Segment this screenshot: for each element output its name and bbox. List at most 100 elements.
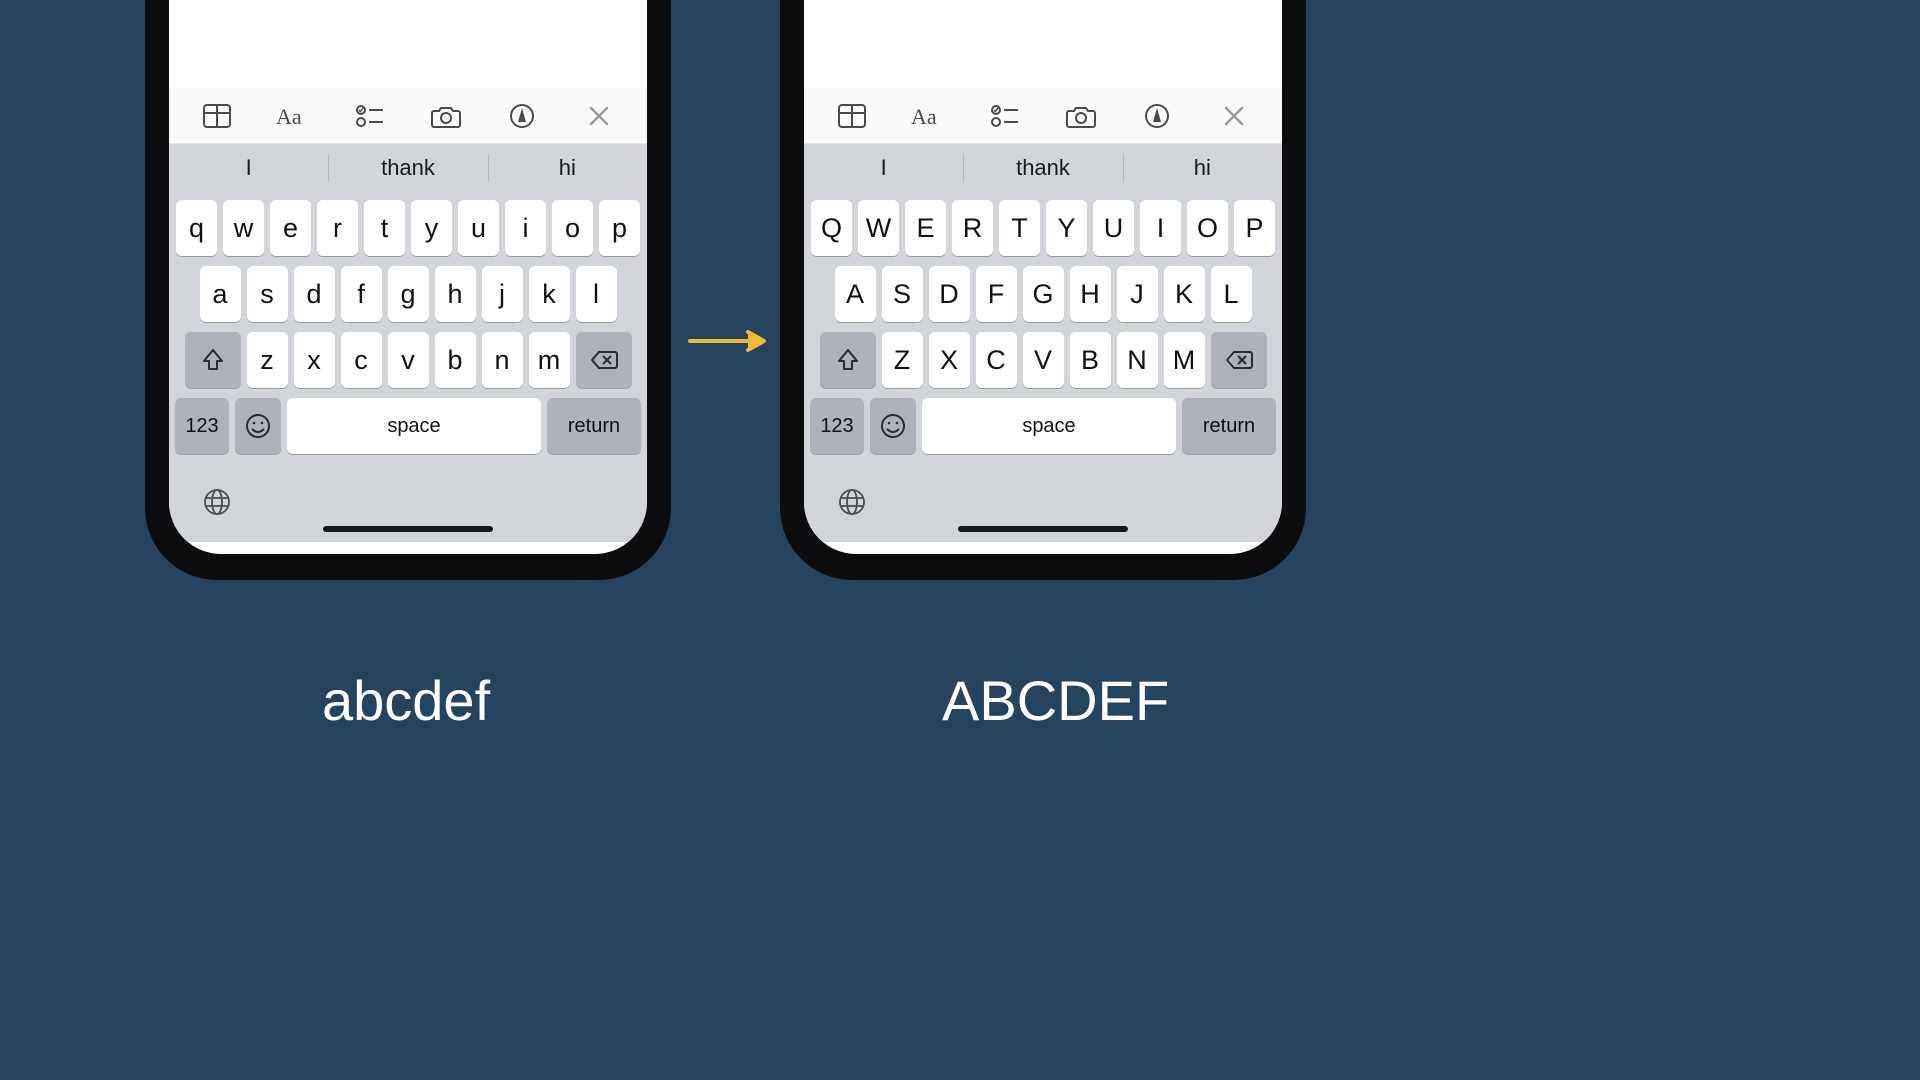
key-v[interactable]: v [388,332,429,388]
caption-left: abcdef [322,668,490,733]
emoji-key[interactable] [870,398,916,454]
text-format-icon[interactable]: Aa [904,96,952,136]
key-l[interactable]: L [1211,266,1252,322]
notes-toolbar: Aa [169,88,647,144]
close-icon[interactable] [575,96,623,136]
key-e[interactable]: e [270,200,311,256]
key-n[interactable]: n [482,332,523,388]
key-w[interactable]: w [223,200,264,256]
key-n[interactable]: N [1117,332,1158,388]
comparison-slide: Aa I thank hi [0,0,1456,816]
key-z[interactable]: z [247,332,288,388]
table-icon[interactable] [828,96,876,136]
key-g[interactable]: G [1023,266,1064,322]
key-b[interactable]: b [435,332,476,388]
key-x[interactable]: x [294,332,335,388]
key-w[interactable]: W [858,200,899,256]
key-p[interactable]: p [599,200,640,256]
globe-icon[interactable] [834,484,870,520]
checklist-icon[interactable] [346,96,394,136]
phone-left: Aa I thank hi [145,0,671,580]
keyboard-bottom-bar [804,470,1282,542]
suggestion-1[interactable]: I [804,144,963,192]
suggestion-3[interactable]: hi [1123,144,1282,192]
key-q[interactable]: q [176,200,217,256]
globe-icon[interactable] [199,484,235,520]
key-v[interactable]: V [1023,332,1064,388]
key-i[interactable]: i [505,200,546,256]
key-d[interactable]: d [294,266,335,322]
key-x[interactable]: X [929,332,970,388]
key-f[interactable]: f [341,266,382,322]
key-i[interactable]: I [1140,200,1181,256]
keyboard-uppercase: Q W E R T Y U I O P A S D F G H [804,192,1282,470]
suggestion-3[interactable]: hi [488,144,647,192]
text-format-icon[interactable]: Aa [269,96,317,136]
key-y[interactable]: Y [1046,200,1087,256]
key-j[interactable]: j [482,266,523,322]
key-m[interactable]: m [529,332,570,388]
keyboard-bottom-bar [169,470,647,542]
return-key[interactable]: return [547,398,641,454]
key-t[interactable]: T [999,200,1040,256]
key-s[interactable]: S [882,266,923,322]
key-d[interactable]: D [929,266,970,322]
emoji-key[interactable] [235,398,281,454]
key-y[interactable]: y [411,200,452,256]
key-k[interactable]: K [1164,266,1205,322]
shift-key[interactable] [820,332,876,388]
key-f[interactable]: F [976,266,1017,322]
home-indicator[interactable] [958,526,1128,532]
markup-icon[interactable] [498,96,546,136]
table-icon[interactable] [193,96,241,136]
suggestion-bar: I thank hi [169,144,647,192]
space-key[interactable]: space [922,398,1176,454]
key-o[interactable]: O [1187,200,1228,256]
svg-text:Aa: Aa [911,104,937,128]
key-l[interactable]: l [576,266,617,322]
key-r[interactable]: R [952,200,993,256]
key-z[interactable]: Z [882,332,923,388]
key-o[interactable]: o [552,200,593,256]
backspace-key[interactable] [576,332,632,388]
text-input-area[interactable] [804,0,1282,88]
return-key[interactable]: return [1182,398,1276,454]
key-h[interactable]: h [435,266,476,322]
camera-icon[interactable] [422,96,470,136]
key-k[interactable]: k [529,266,570,322]
suggestion-2[interactable]: thank [328,144,487,192]
key-u[interactable]: U [1093,200,1134,256]
key-c[interactable]: c [341,332,382,388]
space-key[interactable]: space [287,398,541,454]
checklist-icon[interactable] [981,96,1029,136]
key-m[interactable]: M [1164,332,1205,388]
key-a[interactable]: A [835,266,876,322]
key-j[interactable]: J [1117,266,1158,322]
key-e[interactable]: E [905,200,946,256]
key-h[interactable]: H [1070,266,1111,322]
key-s[interactable]: s [247,266,288,322]
backspace-key[interactable] [1211,332,1267,388]
key-c[interactable]: C [976,332,1017,388]
suggestion-1[interactable]: I [169,144,328,192]
phone-right: Aa I thank hi [780,0,1306,580]
keyboard-lowercase: q w e r t y u i o p a s d f g h [169,192,647,470]
key-r[interactable]: r [317,200,358,256]
key-b[interactable]: B [1070,332,1111,388]
numbers-key[interactable]: 123 [810,398,864,454]
key-t[interactable]: t [364,200,405,256]
suggestion-2[interactable]: thank [963,144,1122,192]
key-p[interactable]: P [1234,200,1275,256]
home-indicator[interactable] [323,526,493,532]
close-icon[interactable] [1210,96,1258,136]
text-input-area[interactable] [169,0,647,88]
key-q[interactable]: Q [811,200,852,256]
numbers-key[interactable]: 123 [175,398,229,454]
key-a[interactable]: a [200,266,241,322]
phone-screen-right: Aa I thank hi [804,0,1282,554]
shift-key[interactable] [185,332,241,388]
key-g[interactable]: g [388,266,429,322]
key-u[interactable]: u [458,200,499,256]
markup-icon[interactable] [1133,96,1181,136]
camera-icon[interactable] [1057,96,1105,136]
